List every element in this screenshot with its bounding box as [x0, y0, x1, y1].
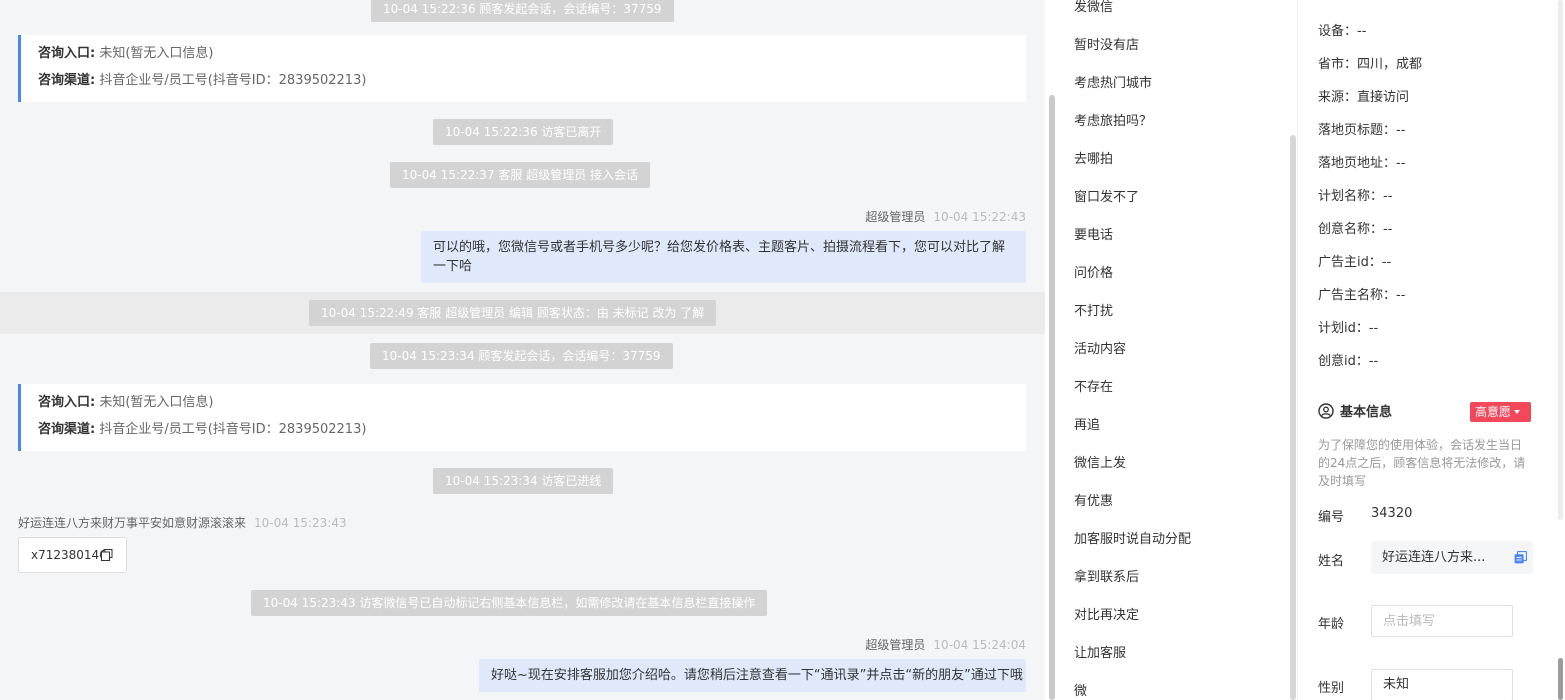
info-region: 省市：四川，成都	[1318, 57, 1423, 72]
quick-reply-item[interactable]: 让加客服	[1074, 642, 1126, 661]
info-device: 设备：--	[1318, 24, 1367, 39]
basic-info-heading: 基本信息	[1318, 401, 1392, 420]
info-advertiser-name: 广告主名称：--	[1318, 288, 1406, 303]
message-meta: 超级管理员 10-04 15:22:43	[865, 208, 1026, 225]
user-circle-icon	[1318, 403, 1334, 419]
quick-reply-item[interactable]: 去哪拍	[1074, 148, 1113, 167]
agent-message-bubble: 好哒~现在安排客服加您介绍哈。请您稍后注意查看一下“通讯录”并点击“新的朋友”通…	[479, 659, 1026, 692]
system-message: 10-04 15:23:43 访客微信号已自动标记右侧基本信息栏，如需修改请在基…	[251, 590, 768, 616]
quick-reply-item[interactable]: 再追	[1074, 414, 1100, 433]
quick-reply-item[interactable]: 有优惠	[1074, 490, 1113, 509]
quick-reply-item[interactable]: 不存在	[1074, 376, 1113, 395]
quick-reply-item[interactable]: 不打扰	[1074, 300, 1113, 319]
system-message: 10-04 15:22:36 顾客发起会话，会话编号：37759	[371, 0, 674, 22]
basic-info-title: 基本信息	[1340, 405, 1393, 420]
channel-label: 咨询渠道:	[38, 73, 96, 88]
gender-select[interactable]: 未知	[1371, 669, 1513, 700]
info-plan-name: 计划名称：--	[1318, 189, 1393, 204]
age-input[interactable]	[1371, 605, 1513, 637]
channel-value: 抖音企业号/员工号(抖音号ID：2839502213)	[99, 422, 367, 437]
name-value: 好运连连八方来...	[1382, 550, 1486, 565]
agent-message-bubble: 可以的哦，您微信号或者手机号多少呢？给您发价格表、主题客片、拍摄流程看下，您可以…	[421, 231, 1026, 283]
consult-info-card: 咨询入口: 未知(暂无入口信息) 咨询渠道: 抖音企业号/员工号(抖音号ID：2…	[18, 384, 1026, 451]
message-time: 10-04 15:24:04	[933, 638, 1026, 652]
intent-label: 高意愿	[1475, 405, 1512, 419]
quick-reply-item[interactable]: 加客服时说自动分配	[1074, 528, 1191, 547]
info-advertiser-id: 广告主id：--	[1318, 255, 1392, 270]
quick-reply-scrollbar[interactable]	[1290, 135, 1296, 700]
quick-reply-item[interactable]: 问价格	[1074, 262, 1113, 281]
quick-reply-item[interactable]: 对比再决定	[1074, 604, 1139, 623]
system-message: 10-04 15:22:36 访客已离开	[433, 119, 614, 145]
sender-name: 超级管理员	[865, 638, 926, 652]
channel-label: 咨询渠道:	[38, 422, 96, 437]
entry-value: 未知(暂无入口信息)	[99, 395, 214, 410]
customer-info-panel: 设备：-- 省市：四川，成都 来源：直接访问 落地页标题：-- 落地页地址：--…	[1298, 0, 1556, 700]
message-meta: 超级管理员 10-04 15:24:04	[865, 636, 1026, 653]
quick-reply-item[interactable]: 考虑旅拍吗？	[1074, 110, 1152, 129]
info-scrollbar[interactable]	[1558, 658, 1563, 700]
age-label: 年龄	[1318, 617, 1345, 632]
chat-panel: 10-04 15:22:36 顾客发起会话，会话编号：37759 咨询入口: 未…	[0, 0, 1045, 700]
entry-label: 咨询入口:	[38, 46, 96, 61]
quick-reply-item[interactable]: 发微信	[1074, 0, 1113, 15]
gender-value: 未知	[1383, 677, 1410, 692]
info-scroll-track	[1558, 0, 1563, 520]
system-message: 10-04 15:23:34 访客已进线	[433, 468, 614, 494]
info-plan-id: 计划id：--	[1318, 321, 1379, 336]
quick-reply-item[interactable]: 微信上发	[1074, 452, 1126, 471]
quick-reply-item[interactable]: 微	[1074, 680, 1087, 699]
channel-value: 抖音企业号/员工号(抖音号ID：2839502213)	[99, 73, 367, 88]
gender-label: 性别	[1318, 681, 1345, 696]
sender-name: 好运连连八方来财万事平安如意财源滚滚来	[18, 516, 247, 530]
info-landing-title: 落地页标题：--	[1318, 123, 1406, 138]
info-source: 来源：直接访问	[1318, 90, 1410, 105]
wechat-id: x712380146	[31, 548, 107, 562]
edit-notice: 为了保障您的使用体验，会话发生当日的24点之后，顾客信息将无法修改，请及时填写	[1318, 438, 1526, 488]
system-message: 10-04 15:22:37 客服 超级管理员 接入会话	[390, 162, 651, 188]
wechat-id-chip[interactable]: x712380146	[18, 537, 127, 573]
message-meta: 好运连连八方来财万事平安如意财源滚滚来 10-04 15:23:43	[18, 514, 347, 531]
name-field[interactable]: 好运连连八方来...	[1371, 541, 1533, 574]
quick-reply-item[interactable]: 拿到联系后	[1074, 566, 1139, 585]
message-time: 10-04 15:23:43	[254, 516, 347, 530]
chat-scrollbar[interactable]	[1049, 95, 1055, 700]
quick-reply-item[interactable]: 要电话	[1074, 224, 1113, 243]
consult-info-card: 咨询入口: 未知(暂无入口信息) 咨询渠道: 抖音企业号/员工号(抖音号ID：2…	[18, 35, 1026, 102]
info-landing-url: 落地页地址：--	[1318, 156, 1406, 171]
quick-reply-item[interactable]: 考虑热门城市	[1074, 72, 1152, 91]
entry-label: 咨询入口:	[38, 395, 96, 410]
copy-icon[interactable]	[1514, 551, 1527, 564]
entry-value: 未知(暂无入口信息)	[99, 46, 214, 61]
quick-reply-item[interactable]: 窗口发不了	[1074, 186, 1139, 205]
system-message: 10-04 15:22:49 客服 超级管理员 编辑 顾客状态：由 未标记 改为…	[309, 300, 717, 326]
copy-icon[interactable]	[101, 549, 113, 561]
sender-name: 超级管理员	[865, 210, 926, 224]
name-label: 姓名	[1318, 554, 1345, 569]
system-message: 10-04 15:23:34 顾客发起会话，会话编号：37759	[370, 343, 673, 369]
info-creative-name: 创意名称：--	[1318, 222, 1393, 237]
id-label: 编号	[1318, 510, 1345, 525]
quick-reply-panel: 发微信 暂时没有店 考虑热门城市 考虑旅拍吗？ 去哪拍 窗口发不了 要电话 问价…	[1057, 0, 1297, 700]
quick-reply-item[interactable]: 活动内容	[1074, 338, 1126, 357]
quick-reply-item[interactable]: 暂时没有店	[1074, 34, 1139, 53]
caret-down-icon	[1514, 410, 1521, 414]
intent-dropdown[interactable]: 高意愿	[1470, 402, 1531, 422]
message-time: 10-04 15:22:43	[933, 210, 1026, 224]
id-value: 34320	[1371, 506, 1413, 521]
info-creative-id: 创意id：--	[1318, 354, 1379, 369]
